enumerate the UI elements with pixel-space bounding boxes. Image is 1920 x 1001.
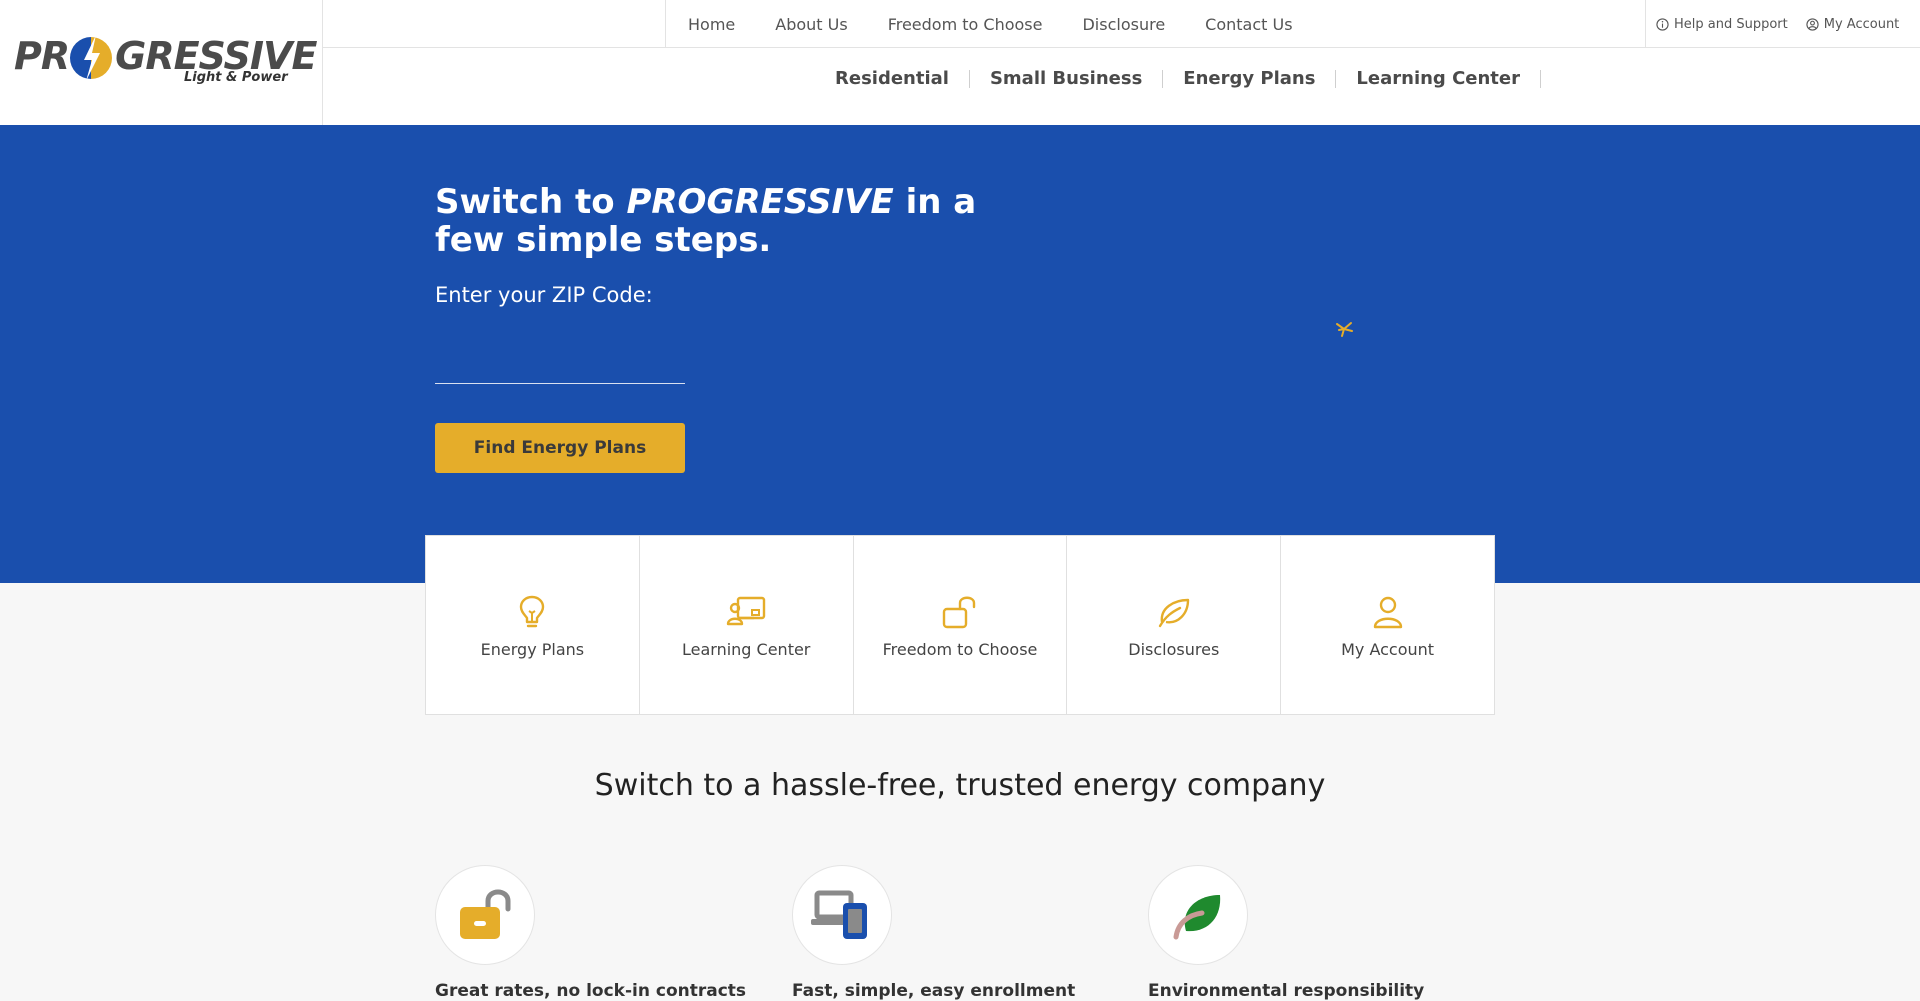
main-nav-small-business[interactable]: Small Business (970, 70, 1164, 88)
leaf-icon (1173, 895, 1221, 940)
top-nav-home[interactable]: Home (668, 15, 755, 34)
benefit-enrollment: Fast, simple, easy enrollment (792, 865, 1112, 1001)
top-nav: Home About Us Freedom to Choose Disclosu… (665, 0, 1313, 48)
benefit-label: Environmental responsibility (1148, 981, 1425, 1001)
presentation-icon (726, 596, 766, 626)
find-energy-plans-button[interactable]: Find Energy Plans (435, 423, 685, 473)
logo-bolt-icon (70, 35, 112, 81)
main-nav: Residential Small Business Energy Plans … (815, 70, 1541, 88)
padlock-icon (460, 889, 511, 939)
logo[interactable]: PR GRESSIVE Light & Power (0, 0, 323, 125)
benefits-title: Switch to a hassle-free, trusted energy … (594, 768, 1326, 803)
tile-learning-center[interactable]: Learning Center (640, 536, 854, 714)
top-nav-disclosure[interactable]: Disclosure (1062, 15, 1185, 34)
hero-title-brand: PROGRESSIVE (626, 182, 894, 222)
zip-label: Enter your ZIP Code: (435, 283, 653, 307)
top-nav-freedom-to-choose[interactable]: Freedom to Choose (868, 15, 1063, 34)
utility-links: Help and Support My Account (1645, 0, 1917, 48)
logo-tagline: Light & Power (184, 70, 288, 85)
hero-title: Switch to PROGRESSIVE in a few simple st… (435, 183, 1015, 259)
top-nav-about-us[interactable]: About Us (755, 15, 867, 34)
unlock-icon (942, 596, 976, 629)
tile-label: Freedom to Choose (882, 640, 1038, 659)
devices-icon (811, 890, 867, 939)
tile-label: Energy Plans (480, 640, 585, 659)
benefit-environment: Environmental responsibility (1148, 865, 1468, 1001)
my-account-label: My Account (1823, 16, 1900, 32)
tile-label: Disclosures (1128, 640, 1220, 659)
top-nav-contact-us[interactable]: Contact Us (1185, 15, 1312, 34)
main-nav-residential[interactable]: Residential (815, 70, 970, 88)
top-bar: Home About Us Freedom to Choose Disclosu… (323, 0, 1920, 48)
user-circle-icon (1806, 17, 1819, 31)
benefit-label: Great rates, no lock-in contracts (435, 981, 747, 1001)
site-header: PR GRESSIVE Light & Power Home About Us F… (0, 0, 1920, 125)
tile-freedom-to-choose[interactable]: Freedom to Choose (854, 536, 1068, 714)
help-and-support-link[interactable]: Help and Support (1656, 17, 1788, 32)
main-nav-energy-plans[interactable]: Energy Plans (1163, 70, 1337, 88)
logo-pr: PR (14, 34, 70, 78)
my-account-link[interactable]: My Account (1806, 16, 1900, 32)
leaf-icon (1158, 598, 1189, 628)
benefit-label: Fast, simple, easy enrollment (792, 981, 1076, 1001)
zip-input[interactable] (435, 350, 685, 384)
tile-label: My Account (1341, 640, 1435, 659)
benefit-icon-circle (792, 865, 892, 965)
tile-energy-plans[interactable]: Energy Plans (426, 536, 640, 714)
hero-title-pre: Switch to (435, 182, 627, 222)
tile-my-account[interactable]: My Account (1281, 536, 1494, 714)
sparkle-icon (1336, 322, 1353, 337)
hero-banner: Switch to PROGRESSIVE in a few simple st… (0, 125, 1920, 583)
tile-label: Learning Center (681, 640, 811, 659)
tile-disclosures[interactable]: Disclosures (1067, 536, 1282, 714)
main-nav-learning-center[interactable]: Learning Center (1336, 70, 1541, 88)
benefit-rates: Great rates, no lock-in contracts (435, 865, 755, 1001)
user-icon (1373, 596, 1402, 629)
benefit-icon-circle (1148, 865, 1248, 965)
lightbulb-icon (520, 595, 545, 628)
help-and-support-label: Help and Support (1674, 16, 1788, 32)
quick-links: Energy Plans Learning Center Freedom to … (425, 535, 1495, 715)
benefit-icon-circle (435, 865, 535, 965)
info-icon (1656, 17, 1669, 31)
